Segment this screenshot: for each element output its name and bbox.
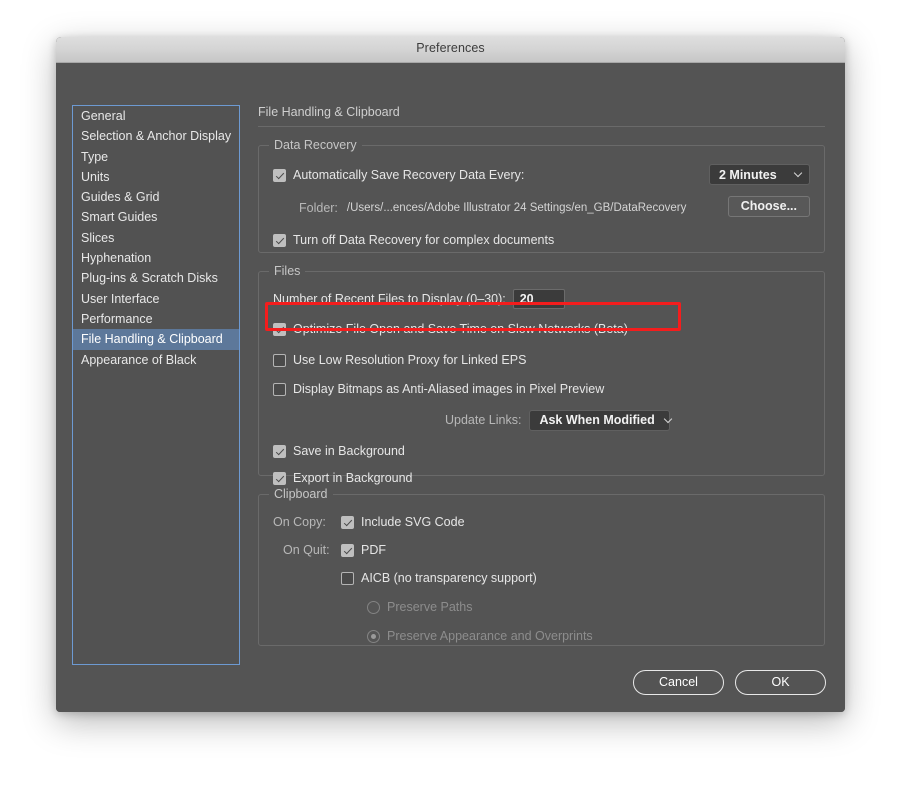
sidebar-item-type[interactable]: Type — [73, 147, 239, 167]
row-recovery-folder: Folder: /Users/...ences/Adobe Illustrato… — [273, 196, 810, 219]
row-optimize-file-open[interactable]: Optimize File Open and Save Time on Slow… — [273, 318, 810, 340]
sidebar-item-guides-grid[interactable]: Guides & Grid — [73, 187, 239, 207]
preferences-category-list[interactable]: General Selection & Anchor Display Type … — [72, 105, 240, 665]
checkbox-pdf[interactable] — [341, 543, 354, 557]
label-optimize-file-open: Optimize File Open and Save Time on Slow… — [293, 322, 628, 336]
chevron-down-icon — [665, 416, 674, 425]
sidebar-item-hyphenation[interactable]: Hyphenation — [73, 248, 239, 268]
checkbox-export-in-background[interactable] — [273, 471, 286, 485]
sidebar-item-general[interactable]: General — [73, 106, 239, 126]
group-title-data-recovery: Data Recovery — [269, 138, 362, 152]
checkbox-aicb[interactable] — [341, 571, 354, 585]
label-on-copy: On Copy: — [273, 515, 326, 529]
checkbox-turn-off-data-recovery[interactable] — [273, 233, 286, 247]
sidebar-item-user-interface[interactable]: User Interface — [73, 289, 239, 309]
sidebar-item-appearance-of-black[interactable]: Appearance of Black — [73, 350, 239, 370]
row-turn-off-data-recovery[interactable]: Turn off Data Recovery for complex docum… — [273, 229, 810, 251]
row-on-copy[interactable]: On Copy: Include SVG Code — [273, 511, 810, 533]
label-save-in-background: Save in Background — [293, 444, 405, 458]
choose-folder-button[interactable]: Choose... — [727, 196, 810, 217]
sidebar-item-performance[interactable]: Performance — [73, 309, 239, 329]
label-export-in-background: Export in Background — [293, 471, 413, 485]
label-include-svg-code: Include SVG Code — [361, 515, 465, 529]
label-display-bitmaps: Display Bitmaps as Anti-Aliased images i… — [293, 382, 605, 396]
sidebar-item-slices[interactable]: Slices — [73, 228, 239, 248]
checkbox-optimize-file-open[interactable] — [273, 322, 286, 336]
group-title-clipboard: Clipboard — [269, 487, 333, 501]
recent-files-input[interactable]: 20 — [512, 289, 565, 309]
sidebar-item-units[interactable]: Units — [73, 167, 239, 187]
row-on-quit[interactable]: On Quit: PDF — [273, 539, 810, 561]
preferences-panel: File Handling & Clipboard Data Recovery … — [258, 105, 825, 664]
row-save-in-background[interactable]: Save in Background — [273, 440, 810, 462]
row-preserve-paths: Preserve Paths — [273, 596, 810, 618]
panel-title: File Handling & Clipboard — [258, 105, 400, 119]
row-aicb[interactable]: AICB (no transparency support) — [273, 567, 810, 589]
label-folder: Folder: — [299, 201, 338, 215]
radio-preserve-paths — [367, 600, 380, 614]
label-preserve-appearance: Preserve Appearance and Overprints — [387, 629, 593, 643]
dropdown-update-links[interactable]: Ask When Modified — [529, 409, 671, 431]
row-update-links[interactable]: Update Links: Ask When Modified — [273, 409, 810, 431]
checkbox-low-res-proxy[interactable] — [273, 353, 286, 367]
checkbox-auto-save-recovery[interactable] — [273, 168, 286, 182]
row-export-in-background[interactable]: Export in Background — [273, 467, 810, 489]
row-display-bitmaps[interactable]: Display Bitmaps as Anti-Aliased images i… — [273, 378, 810, 400]
chevron-down-icon — [794, 170, 803, 179]
sidebar-item-selection-anchor-display[interactable]: Selection & Anchor Display — [73, 126, 239, 146]
dialog-titlebar[interactable]: Preferences — [56, 37, 845, 63]
dropdown-recovery-interval[interactable]: 2 Minutes — [709, 164, 810, 185]
radio-preserve-appearance — [367, 629, 380, 643]
row-preserve-appearance: Preserve Appearance and Overprints — [273, 625, 810, 647]
label-pdf: PDF — [361, 543, 386, 557]
checkbox-include-svg-code[interactable] — [341, 515, 354, 529]
label-turn-off-data-recovery: Turn off Data Recovery for complex docum… — [293, 233, 555, 247]
label-recent-files: Number of Recent Files to Display (0–30)… — [273, 292, 506, 306]
sidebar-item-file-handling-clipboard[interactable]: File Handling & Clipboard — [73, 329, 239, 350]
dialog-body: General Selection & Anchor Display Type … — [56, 63, 845, 712]
dropdown-update-links-value: Ask When Modified — [539, 413, 655, 427]
label-auto-save-recovery: Automatically Save Recovery Data Every: — [293, 168, 525, 182]
group-title-files: Files — [269, 264, 306, 278]
ok-button[interactable]: OK — [735, 670, 826, 695]
sidebar-item-plugins-scratch-disks[interactable]: Plug-ins & Scratch Disks — [73, 268, 239, 288]
sidebar-item-smart-guides[interactable]: Smart Guides — [73, 207, 239, 227]
preferences-dialog: Preferences General Selection & Anchor D… — [56, 37, 845, 712]
dialog-footer: Cancel OK — [633, 670, 826, 695]
group-data-recovery: Data Recovery Automatically Save Recover… — [258, 138, 825, 253]
dropdown-recovery-interval-value: 2 Minutes — [719, 167, 777, 182]
label-update-links: Update Links: — [445, 413, 522, 427]
label-on-quit: On Quit: — [283, 543, 330, 557]
label-low-res-proxy: Use Low Resolution Proxy for Linked EPS — [293, 353, 527, 367]
screen-root: Preferences General Selection & Anchor D… — [0, 0, 900, 794]
value-folder-path: /Users/...ences/Adobe Illustrator 24 Set… — [346, 202, 687, 214]
cancel-button[interactable]: Cancel — [633, 670, 724, 695]
checkbox-save-in-background[interactable] — [273, 444, 286, 458]
row-auto-save-recovery[interactable]: Automatically Save Recovery Data Every: … — [273, 164, 810, 186]
row-recent-files[interactable]: Number of Recent Files to Display (0–30)… — [273, 288, 810, 310]
group-clipboard: Clipboard On Copy: Include SVG Code On Q… — [258, 487, 825, 647]
label-aicb: AICB (no transparency support) — [361, 571, 537, 585]
group-files: Files Number of Recent Files to Display … — [258, 264, 825, 485]
checkbox-display-bitmaps[interactable] — [273, 382, 286, 396]
row-low-res-proxy[interactable]: Use Low Resolution Proxy for Linked EPS — [273, 349, 810, 371]
dialog-title: Preferences — [416, 41, 485, 55]
label-preserve-paths: Preserve Paths — [387, 600, 473, 614]
panel-divider — [258, 126, 825, 127]
